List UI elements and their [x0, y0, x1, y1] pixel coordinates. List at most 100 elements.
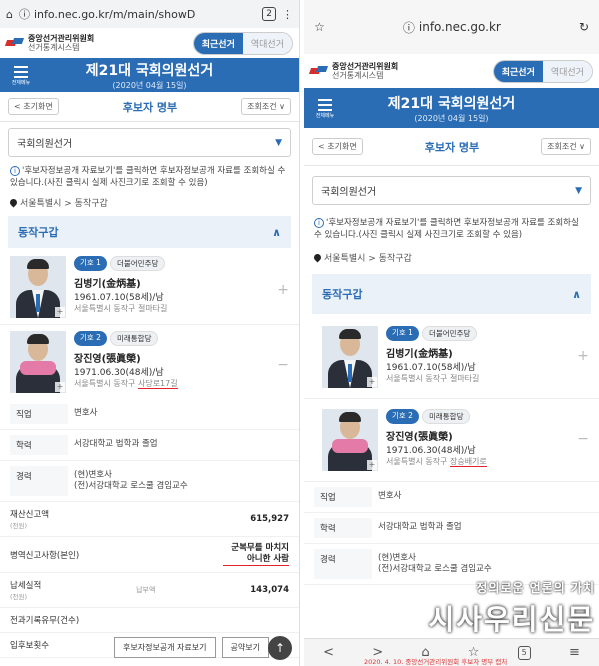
zoom-icon[interactable]: + [55, 307, 65, 317]
election-type-value: 국회의원선거 [17, 139, 73, 150]
election-type-select[interactable]: 국회의원선거 ▼ [312, 176, 591, 205]
collapse-icon[interactable]: − [277, 357, 289, 373]
detail-row: 직업 변호사 [304, 482, 599, 513]
page-title: 후보자 명부 [424, 140, 480, 154]
system-name: 선거통계시스템 [28, 43, 80, 52]
menu-label: 전체메뉴 [315, 113, 335, 119]
tab-past-election[interactable]: 역대선거 [242, 32, 292, 54]
candidate-photo[interactable]: + [10, 331, 66, 393]
election-date: (2020년 04월 15일) [414, 113, 489, 123]
site-info-icon[interactable]: ⓘ [403, 19, 415, 36]
back-to-home-button[interactable]: < 초기화면 [312, 138, 363, 155]
collapse-icon[interactable]: − [577, 431, 589, 447]
criminal-label: 전과기록유무(건수) [10, 616, 80, 626]
candidate-info-button[interactable]: 후보자정보공개 자료보기 [114, 637, 216, 658]
site-info-icon[interactable]: ⓘ [19, 6, 30, 22]
party-badge: 더불어민주당 [109, 256, 166, 271]
expand-icon[interactable]: + [277, 282, 289, 298]
district-name: 동작구갑 [322, 288, 363, 301]
candidate-number: 기호 1 [74, 256, 107, 271]
candidate-photo[interactable]: + [322, 326, 378, 388]
site-header: 중앙선거관리위원회 선거통계시스템 최근선거 역대선거 [0, 28, 299, 58]
sub-navigation: < 초기화면 후보자 명부 조회조건 ∨ [304, 128, 599, 166]
hamburger-icon [14, 65, 28, 68]
back-to-home-button[interactable]: < 초기화면 [8, 98, 59, 115]
reload-icon[interactable]: ↻ [579, 20, 589, 34]
filter-button[interactable]: 조회조건 ∨ [241, 98, 291, 115]
election-type-select[interactable]: 국회의원선거 ▼ [8, 128, 291, 157]
breadcrumb: 서울특별시 > 동작구갑 [0, 191, 299, 214]
election-title: 제21대 국회의원선거 [387, 95, 516, 112]
candidate-name: 장진영(張眞榮) [74, 354, 141, 365]
candidate-birth: 1971.06.30(48세)/남 [74, 368, 164, 378]
pledge-button[interactable]: 공약보기 [221, 637, 269, 658]
district-header[interactable]: 동작구갑 ∧ [312, 274, 591, 314]
watermark-brand: 시사우리신문 [428, 603, 595, 636]
tab-count-button[interactable]: 2 [262, 7, 276, 21]
tax-unit: (천원) [10, 593, 28, 601]
tab-recent-election[interactable]: 최근선거 [493, 60, 543, 82]
back-icon[interactable]: < [323, 645, 334, 660]
candidate-name: 김병기(金炳基) [74, 279, 141, 290]
candidate-address: 서울특별시 동작구 절마타길 [74, 304, 168, 313]
election-tabs: 최근선거 역대선거 [192, 31, 293, 55]
candidate-card: + 기호 1 더불어민주당 김병기(金炳基) 1961.07.10(58세)/남… [0, 250, 299, 325]
notice-text: i '후보자정보공개 자료보기'를 클릭하면 후보자정보공개 자료를 조회하실 수… [304, 215, 599, 243]
breadcrumb-text: 서울특별시 > 동작구갑 [20, 199, 108, 209]
scroll-top-icon[interactable]: ↑ [268, 636, 292, 660]
detail-value: (현)변호사 (전)서강대학교 로스쿨 겸임교수 [378, 553, 492, 574]
detail-value: 서강대학교 법학과 졸업 [378, 522, 462, 532]
expand-icon[interactable]: + [577, 348, 589, 364]
detail-row: 학력 서강대학교 법학과 졸업 [304, 513, 599, 544]
assets-unit: (천원) [10, 522, 28, 530]
nec-logo[interactable]: 중앙선거관리위원회 선거통계시스템 [308, 62, 399, 80]
party-badge: 더불어민주당 [421, 326, 478, 341]
nec-logo[interactable]: 중앙선거관리위원회 선거통계시스템 [4, 34, 94, 52]
chevron-up-icon: ∧ [272, 225, 281, 239]
candidate-card: + 기호 2 미래통합당 장진영(張眞榮) 1971.06.30(48세)/남 … [304, 399, 599, 482]
assets-label: 재산신고액 [10, 510, 50, 520]
nec-logo-icon [308, 65, 329, 77]
browser-menu-icon[interactable]: ⋮ [282, 8, 293, 21]
election-title-bar: 전체메뉴 제21대 국회의원선거 (2020년 04월 15일) [0, 58, 299, 92]
url-text: info.nec.go.kr/m/main/showD [33, 7, 196, 21]
tab-count-button[interactable]: 5 [517, 645, 531, 660]
candidate-photo[interactable]: + [322, 409, 378, 471]
url-text: info.nec.go.kr [418, 20, 501, 34]
tab-past-election[interactable]: 역대선거 [542, 60, 592, 82]
menu-button[interactable]: 전체메뉴 [310, 97, 340, 119]
breadcrumb-text: 서울특별시 > 동작구갑 [324, 254, 412, 264]
detail-value: 변호사 [378, 491, 402, 501]
address-bar[interactable]: ⓘ info.nec.go.kr [403, 19, 501, 36]
menu-button[interactable]: 전체메뉴 [6, 64, 36, 86]
org-name: 중앙선거관리위원회 [332, 62, 399, 71]
info-icon: i [10, 166, 20, 176]
bottom-buttons: 후보자정보공개 자료보기 공약보기 [114, 637, 269, 658]
tab-recent-election[interactable]: 최근선거 [193, 32, 243, 54]
zoom-icon[interactable]: + [367, 460, 377, 470]
star-icon[interactable]: ☆ [314, 20, 325, 34]
candidate-card: + 기호 2 미래통합당 장진영(張眞榮) 1971.06.30(48세)/남 … [0, 325, 299, 399]
notice-text: i '후보자정보공개 자료보기'를 클릭하면 후보자정보공개 자료를 조회하실 수… [0, 163, 299, 191]
zoom-icon[interactable]: + [55, 382, 65, 392]
detail-value: 서강대학교 법학과 졸업 [74, 439, 158, 449]
address-bar[interactable]: ⓘ info.nec.go.kr/m/main/showD [19, 6, 256, 22]
notice-content: '후보자정보공개 자료보기'를 클릭하면 후보자정보공개 자료를 조회하실 수 … [10, 166, 286, 188]
filter-button[interactable]: 조회조건 ∨ [541, 138, 591, 155]
detail-key: 경력 [10, 466, 68, 496]
election-title-bar: 전체메뉴 제21대 국회의원선거 (2020년 04월 15일) [304, 88, 599, 128]
election-type-value: 국회의원선거 [321, 187, 377, 198]
detail-key: 경력 [314, 549, 372, 579]
candidate-photo[interactable]: + [10, 256, 66, 318]
detail-key: 학력 [10, 435, 68, 455]
detail-row: 학력 서강대학교 법학과 졸업 [0, 430, 299, 461]
detail-row: 경력 (현)변호사 (전)서강대학교 로스쿨 겸임교수 [0, 461, 299, 502]
candidate-birth: 1961.07.10(58세)/남 [386, 363, 476, 373]
tax-label: 납세실적 [10, 581, 42, 591]
assets-value: 615,927 [250, 514, 289, 524]
home-icon[interactable]: ⌂ [6, 8, 13, 21]
zoom-icon[interactable]: + [367, 377, 377, 387]
browser-menu-icon[interactable]: ≡ [569, 645, 580, 660]
district-header[interactable]: 동작구갑 ∧ [8, 216, 291, 248]
browser-toolbar: ⌂ ⓘ info.nec.go.kr/m/main/showD 2 ⋮ [0, 0, 299, 28]
